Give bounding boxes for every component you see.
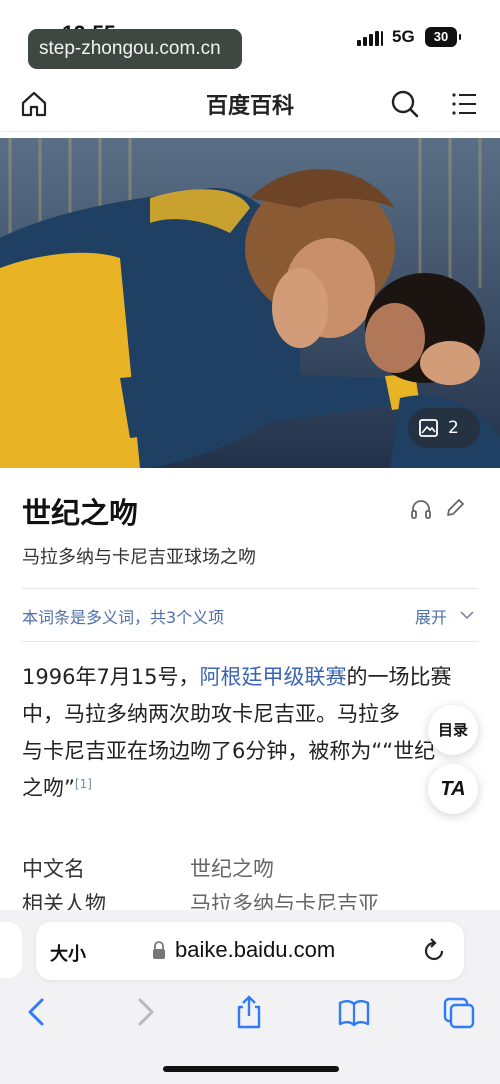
network-label: 5G bbox=[392, 27, 415, 46]
address-text[interactable]: baike.baidu.com bbox=[175, 937, 335, 963]
summary-text: 与卡尼吉亚在场边吻了6分钟，被称为““世纪 bbox=[22, 739, 436, 763]
status-bar: 12:55 step-zhongou.com.cn 5G 30 bbox=[0, 0, 500, 76]
divider bbox=[22, 588, 478, 589]
share-icon[interactable] bbox=[232, 994, 266, 1030]
gallery-icon bbox=[419, 419, 438, 437]
battery-icon: 30 bbox=[425, 27, 461, 47]
league-link[interactable]: 阿根廷甲级联赛 bbox=[200, 665, 347, 689]
divider bbox=[22, 641, 478, 642]
infobox-key: 中文名 bbox=[22, 857, 85, 881]
lock-icon bbox=[153, 941, 165, 959]
edit-icon[interactable] bbox=[444, 497, 466, 519]
search-icon[interactable] bbox=[390, 89, 420, 119]
summary-text: 中，马拉多纳两次助攻卡尼吉亚。马拉多 bbox=[22, 702, 400, 726]
watermark-url-overlay: step-zhongou.com.cn bbox=[28, 29, 242, 69]
back-icon[interactable] bbox=[20, 994, 54, 1030]
forward-icon[interactable] bbox=[128, 994, 162, 1030]
hero-image[interactable]: 2 bbox=[0, 138, 500, 468]
home-indicator[interactable] bbox=[163, 1066, 339, 1072]
infobox-value: 世纪之吻 bbox=[190, 857, 274, 881]
menu-icon[interactable] bbox=[451, 91, 477, 117]
gallery-badge[interactable]: 2 bbox=[408, 408, 480, 448]
gallery-count: 2 bbox=[448, 418, 459, 438]
summary-text: 的一场比赛 bbox=[346, 665, 452, 689]
infobox-row: 中文名 世纪之吻 bbox=[22, 853, 482, 887]
text-size-button[interactable]: TA bbox=[428, 764, 478, 814]
entry-title: 世纪之吻 bbox=[22, 496, 139, 530]
entry-subtitle: 马拉多纳与卡尼吉亚球场之吻 bbox=[22, 547, 256, 568]
toc-button[interactable]: 目录 bbox=[428, 705, 478, 755]
citation-link[interactable]: [1] bbox=[75, 777, 92, 791]
previous-tab-card[interactable] bbox=[0, 922, 22, 978]
reload-icon[interactable] bbox=[421, 936, 447, 964]
site-header: 百度百科 bbox=[0, 76, 500, 132]
site-title: 百度百科 bbox=[205, 94, 294, 119]
bookmarks-icon[interactable] bbox=[337, 994, 371, 1030]
chevron-down-icon[interactable] bbox=[458, 606, 476, 624]
summary-text: 之吻” bbox=[22, 776, 75, 800]
tabs-icon[interactable] bbox=[442, 994, 476, 1030]
headphones-icon[interactable] bbox=[410, 498, 432, 520]
summary-paragraph: 1996年7月15号，阿根廷甲级联赛的一场比赛 中，马拉多纳两次助攻卡尼吉亚。马… bbox=[22, 659, 482, 807]
polysemy-note[interactable]: 本词条是多义词，共3个义项 bbox=[22, 604, 224, 628]
page-settings-button[interactable]: 大小 bbox=[50, 940, 86, 966]
signal-icon bbox=[357, 30, 383, 46]
expand-button[interactable]: 展开 bbox=[415, 604, 447, 628]
summary-text: 1996年7月15号， bbox=[22, 665, 200, 689]
